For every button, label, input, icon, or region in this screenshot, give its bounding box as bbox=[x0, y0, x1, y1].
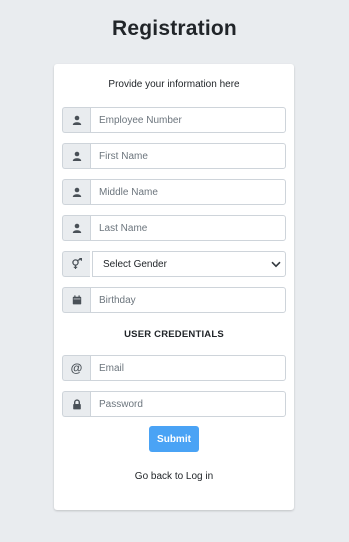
user-icon bbox=[62, 143, 90, 169]
chevron-down-icon bbox=[271, 261, 281, 267]
employee-number-group bbox=[62, 107, 286, 133]
birthday-group bbox=[62, 287, 286, 313]
gender-select[interactable]: Select Gender bbox=[92, 251, 286, 277]
last-name-group bbox=[62, 215, 286, 241]
back-to-login-link[interactable]: Go back to Log in bbox=[54, 471, 294, 482]
gender-icon bbox=[62, 251, 90, 277]
email-group: @ bbox=[62, 355, 286, 381]
user-icon bbox=[62, 179, 90, 205]
first-name-input[interactable] bbox=[90, 143, 286, 169]
calendar-icon bbox=[62, 287, 90, 313]
gender-group: Select Gender bbox=[62, 251, 286, 277]
gender-select-value: Select Gender bbox=[103, 258, 167, 270]
registration-card: Provide your information here Employee N… bbox=[54, 64, 294, 510]
birthday-input[interactable] bbox=[90, 287, 286, 313]
submit-button[interactable]: Submit bbox=[149, 426, 199, 452]
password-group bbox=[62, 391, 286, 417]
user-icon bbox=[62, 107, 90, 133]
employee-number-input[interactable] bbox=[90, 107, 286, 133]
user-icon bbox=[62, 215, 90, 241]
page-title: Registration bbox=[112, 17, 237, 40]
password-input[interactable] bbox=[90, 391, 286, 417]
lock-icon bbox=[62, 391, 90, 417]
form-subtitle: Provide your information here bbox=[108, 79, 240, 90]
email-input[interactable] bbox=[90, 355, 286, 381]
credentials-heading: USER CREDENTIALS bbox=[124, 329, 224, 340]
last-name-input[interactable] bbox=[90, 215, 286, 241]
at-sign-icon: @ bbox=[62, 355, 90, 381]
middle-name-input[interactable] bbox=[90, 179, 286, 205]
first-name-group bbox=[62, 143, 286, 169]
middle-name-group bbox=[62, 179, 286, 205]
at-sign-text: @ bbox=[70, 361, 83, 375]
